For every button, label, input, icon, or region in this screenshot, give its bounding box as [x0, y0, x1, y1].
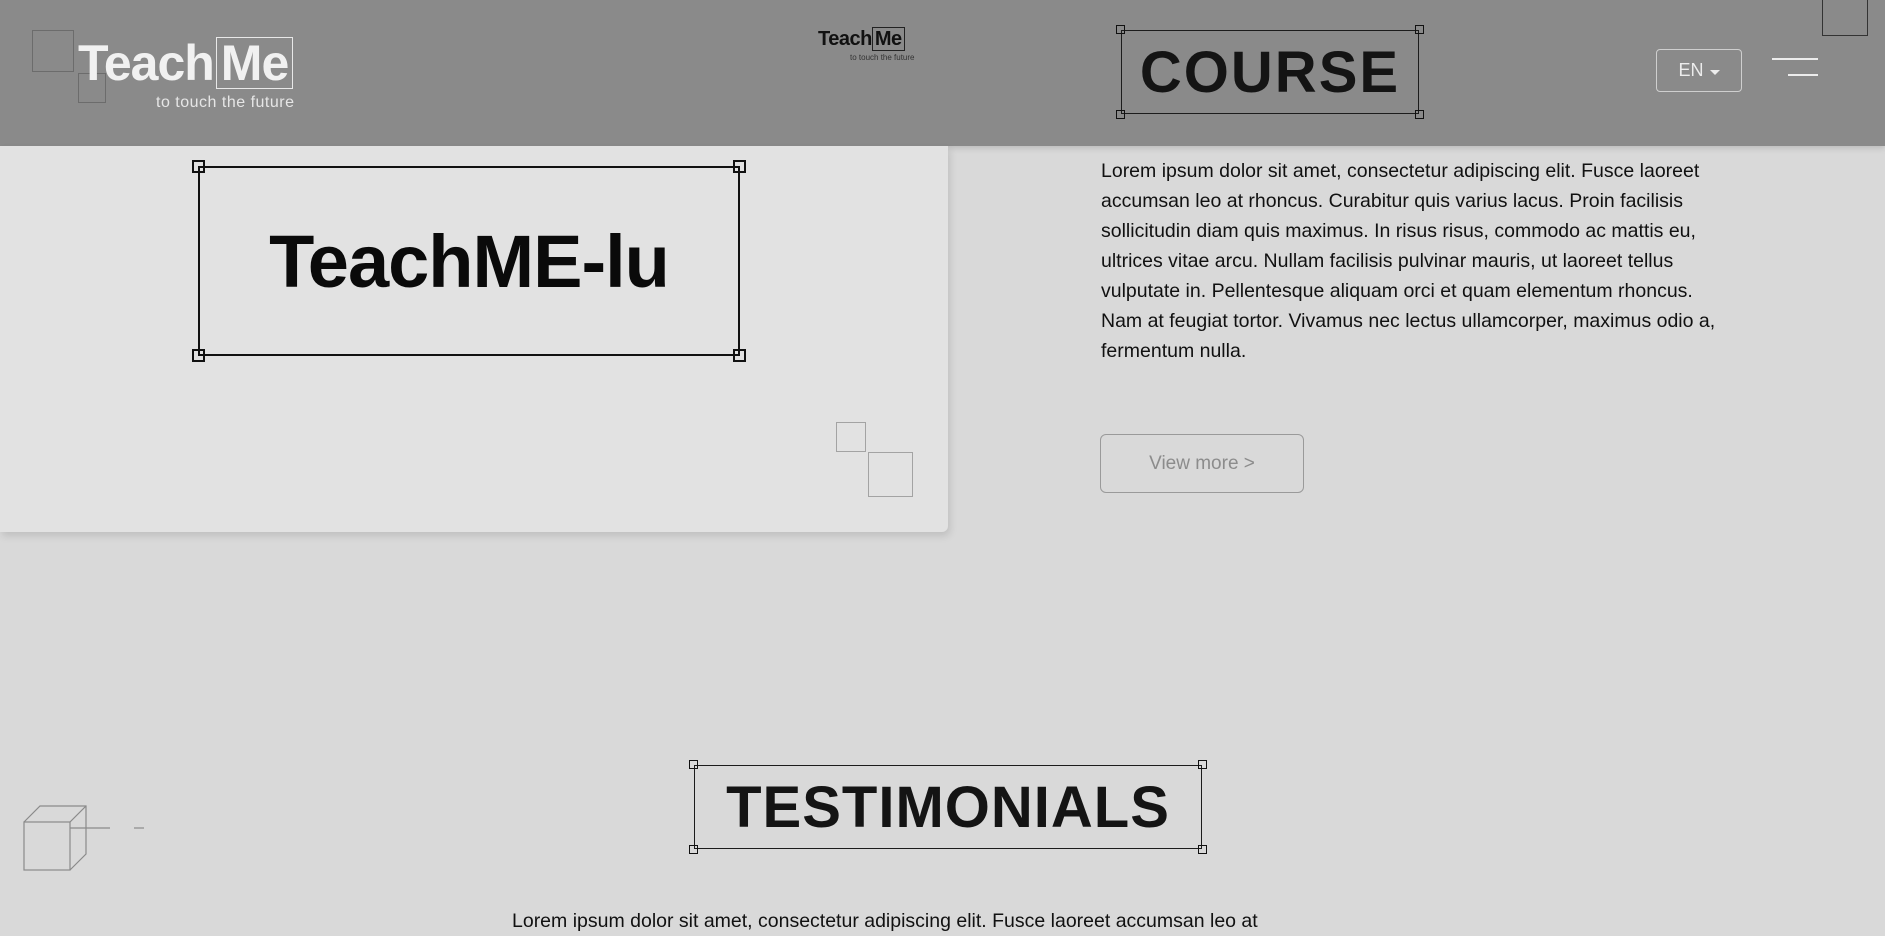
- course-description: Lorem ipsum dolor sit amet, consectetur …: [1101, 160, 1716, 362]
- language-select[interactable]: EN: [1656, 49, 1742, 92]
- language-selected: EN: [1678, 60, 1704, 80]
- logo-word-me: Me: [215, 37, 294, 89]
- square-decoration: [836, 422, 866, 452]
- logo-word-teach: Teach: [78, 35, 215, 91]
- square-decoration: [868, 452, 913, 497]
- logo-tagline: to touch the future: [156, 94, 295, 111]
- mini-logo-word-me: Me: [871, 27, 905, 51]
- course-title: COURSE: [1139, 39, 1401, 105]
- chevron-down-icon: [1709, 69, 1720, 75]
- logo-square-decoration: [32, 30, 74, 72]
- mini-logo-word-teach: Teach: [818, 28, 872, 50]
- cube-icon: [23, 805, 144, 871]
- menu-icon[interactable]: [1770, 58, 1818, 80]
- corner-square-decoration: [1822, 0, 1868, 36]
- mini-logo-wordmark: Teach Me: [818, 27, 918, 51]
- course-title-frame: COURSE: [1116, 25, 1424, 119]
- card-title: TeachME-lu: [269, 219, 670, 303]
- menu-icon-line: [1788, 74, 1818, 76]
- testimonials-title-frame: TESTIMONIALS: [689, 760, 1207, 854]
- mini-logo-tagline: to touch the future: [850, 53, 915, 62]
- course-card: TeachME-lu: [0, 146, 948, 532]
- card-title-frame: TeachME-lu: [192, 160, 746, 362]
- logo-wordmark: Teach Me: [78, 34, 294, 92]
- view-more-button[interactable]: View more >: [1100, 434, 1304, 493]
- mini-logo: Teach Me to touch the future: [818, 27, 918, 68]
- site-logo[interactable]: Teach Me to touch the future: [30, 28, 330, 118]
- testimonials-title: TESTIMONIALS: [726, 774, 1170, 840]
- site-header: Teach Me to touch the future Teach Me to t…: [0, 0, 1885, 146]
- menu-icon-line: [1772, 58, 1818, 60]
